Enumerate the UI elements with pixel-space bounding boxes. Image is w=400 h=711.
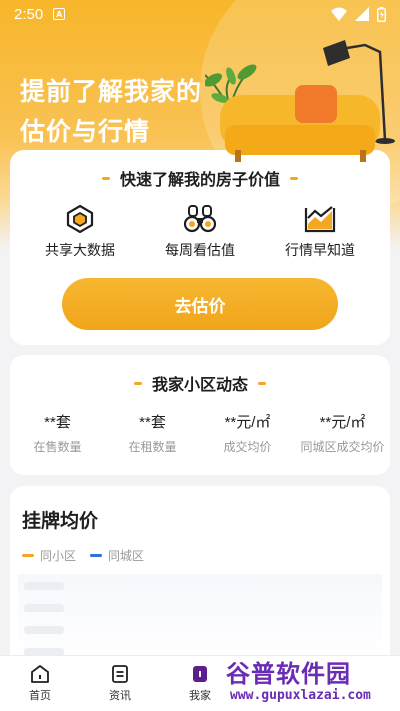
feature-label: 行情早知道 <box>285 243 355 259</box>
stat-value: **元/㎡ <box>319 414 366 431</box>
community-dynamics-card: 我家小区动态 **套 在售数量 **套 在租数量 **元/㎡ 成交均价 **元/… <box>10 355 390 475</box>
notification-icon: A <box>53 8 66 20</box>
valuation-card: 快速了解我的房子价值 共享大数据 每周看估值 行情早知道 去估价 <box>10 150 390 345</box>
listing-price-card: 挂牌均价 同小区 同城区 <box>10 486 390 666</box>
tab-home[interactable]: 首页 <box>0 656 80 711</box>
tab-label: 首页 <box>29 689 51 702</box>
tab-news[interactable]: 资讯 <box>80 656 160 711</box>
legend-same-community: 同小区 <box>22 547 76 564</box>
community-title-text: 我家小区动态 <box>151 375 248 394</box>
chart-blur-row <box>24 604 64 612</box>
chart-legend: 同小区 同城区 <box>10 533 390 564</box>
stat-value: **元/㎡ <box>224 414 271 431</box>
legend-same-district: 同城区 <box>90 547 144 564</box>
chart-blur-row <box>24 626 64 634</box>
tab-label: 资讯 <box>109 689 131 702</box>
community-card-title: 我家小区动态 <box>10 371 390 395</box>
legend-swatch <box>22 554 34 557</box>
title-dash-left <box>101 176 110 180</box>
price-chart-placeholder <box>18 574 382 662</box>
legend-swatch <box>90 554 103 557</box>
hero-title-line1: 提前了解我家的 <box>20 77 203 106</box>
stat-for-sale: **套 在售数量 <box>10 411 105 455</box>
stat-for-rent: **套 在租数量 <box>105 411 200 455</box>
chart-blur-row <box>24 582 64 590</box>
feature-label: 共享大数据 <box>45 243 115 259</box>
my-home-icon <box>193 666 207 682</box>
cube-data-icon <box>66 204 94 234</box>
feature-shared-data: 共享大数据 <box>25 204 135 260</box>
stat-value: **套 <box>139 414 166 431</box>
stat-label: 在售数量 <box>33 440 82 454</box>
watermark-url: www.gupuxlazai.com <box>230 688 371 703</box>
binoculars-icon <box>183 205 217 233</box>
stat-value: **套 <box>44 414 71 431</box>
signal-icon <box>355 7 369 21</box>
trend-chart-icon <box>304 206 336 233</box>
stat-district-avg-price: **元/㎡ 同城区成交均价 <box>295 411 390 455</box>
home-icon <box>31 665 49 683</box>
tab-label: 我家 <box>189 689 211 702</box>
watermark-main: 谷普软件园 <box>226 660 351 688</box>
status-bar: 2:50 A <box>0 0 400 28</box>
hero-title-line2: 估价与行情 <box>20 117 151 146</box>
feature-list: 共享大数据 每周看估值 行情早知道 <box>10 204 390 260</box>
go-valuation-button[interactable]: 去估价 <box>62 278 338 330</box>
site-watermark: 谷普软件园 www.gupuxlazai.com <box>222 650 400 711</box>
status-time: 2:50 <box>14 5 44 23</box>
stat-avg-price: **元/㎡ 成交均价 <box>200 411 295 455</box>
feature-weekly-valuation: 每周看估值 <box>145 204 255 260</box>
feature-market-trend: 行情早知道 <box>265 204 375 260</box>
feature-label: 每周看估值 <box>165 243 235 259</box>
title-dash-right <box>258 381 266 385</box>
stat-label: 在租数量 <box>128 440 177 454</box>
hero-title: 提前了解我家的 估价与行情 <box>20 72 202 152</box>
legend-label: 同城区 <box>108 549 145 563</box>
news-icon <box>112 665 128 683</box>
stat-label: 成交均价 <box>223 440 272 454</box>
title-dash-right <box>290 176 298 180</box>
title-dash-left <box>133 381 142 385</box>
battery-icon <box>377 6 386 22</box>
listing-price-title: 挂牌均价 <box>22 510 99 532</box>
community-stats: **套 在售数量 **套 在租数量 **元/㎡ 成交均价 **元/㎡ 同城区成交… <box>10 411 390 455</box>
stat-label: 同城区成交均价 <box>300 440 385 454</box>
sofa-illustration <box>205 40 395 162</box>
legend-label: 同小区 <box>40 549 77 563</box>
wifi-icon <box>331 7 347 21</box>
